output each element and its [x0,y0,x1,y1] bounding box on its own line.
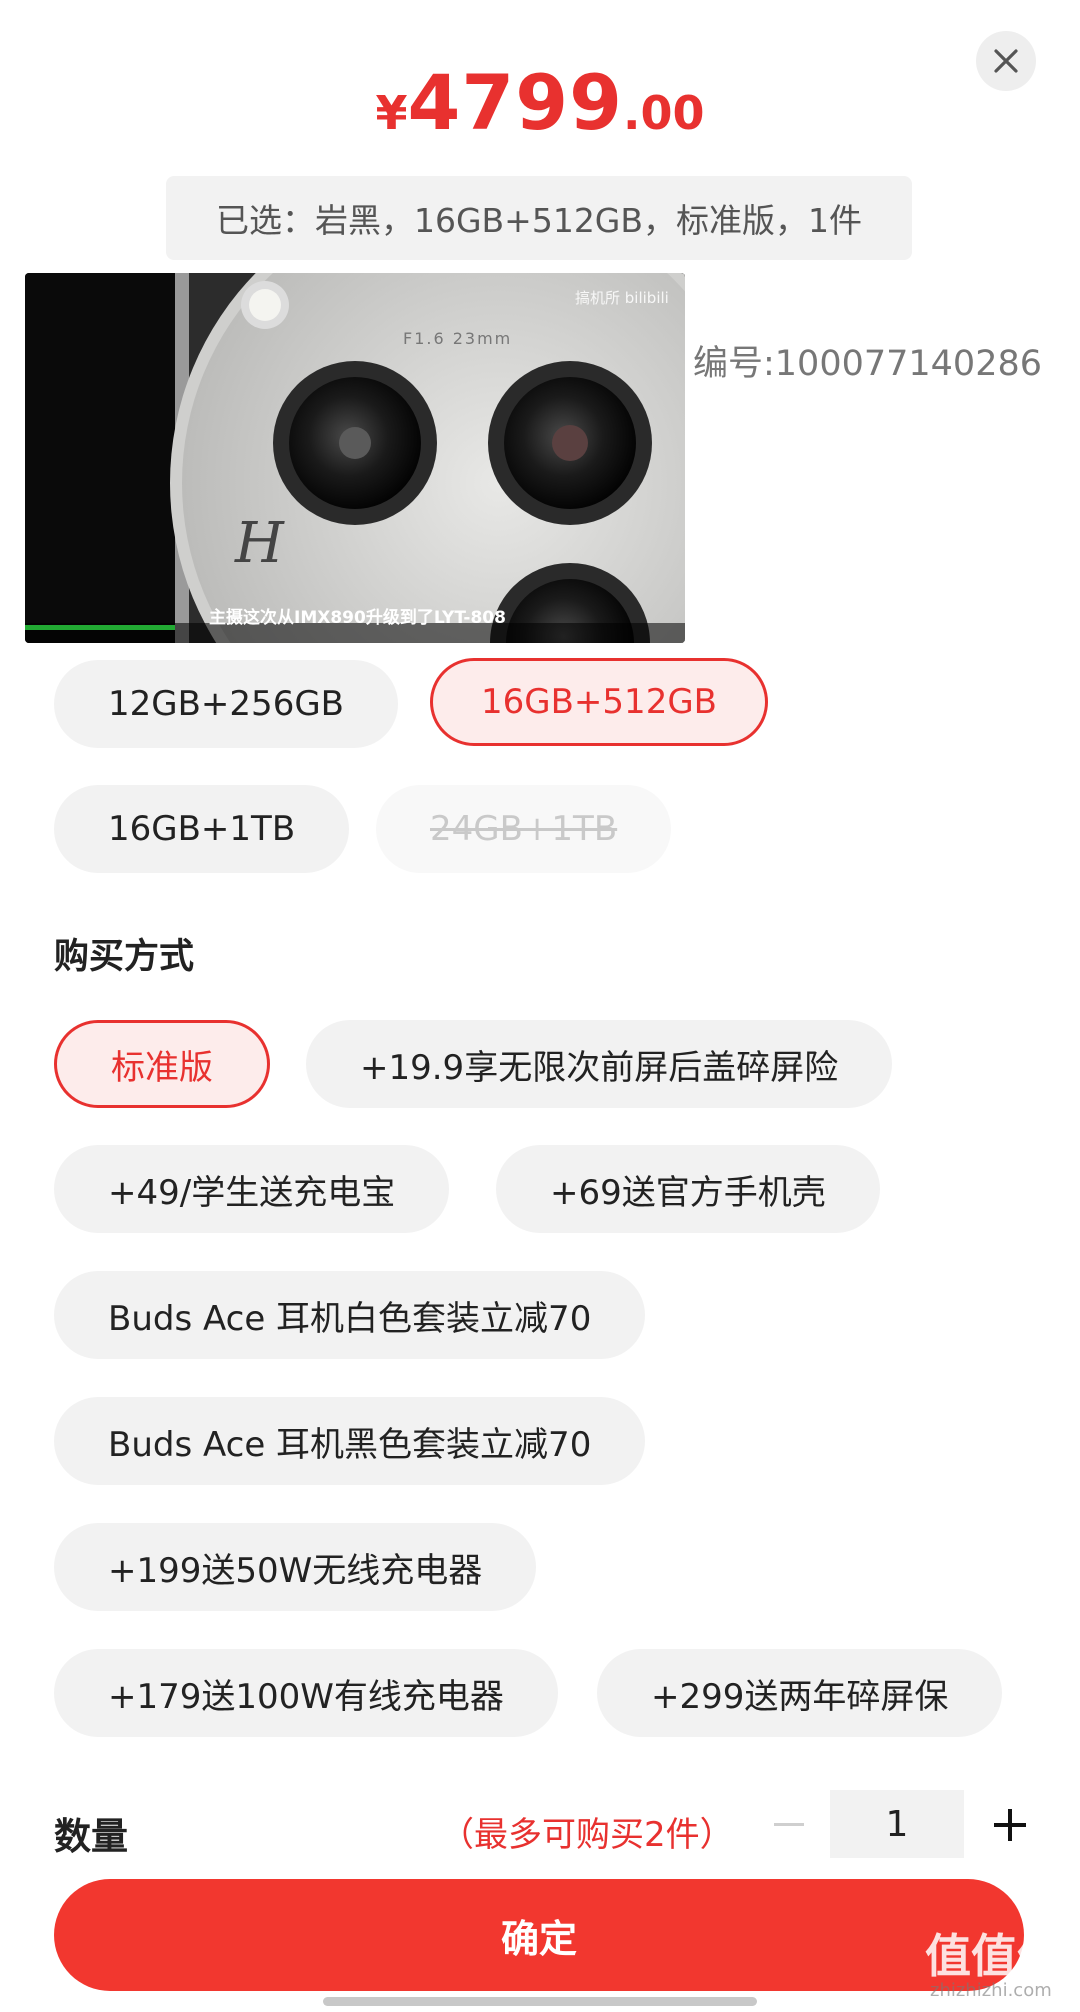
confirm-button[interactable]: 确定 [54,1879,1024,1991]
sku-code: 编号:100077140286 [693,344,1043,384]
thumbnail-subtitle: 主摄这次从IMX890升级到了LYT-808 [209,608,506,628]
price-decimal: .00 [623,86,705,140]
purchase-method-title: 购买方式 [54,937,195,977]
site-watermark: 值值值 [925,1929,1063,1983]
purchase-option-official-case[interactable]: +69送官方手机壳 [496,1145,880,1233]
minus-icon [774,1823,804,1826]
camera-image [25,273,685,643]
storage-option-24gb-1tb: 24GB+1TB [376,785,672,873]
quantity-value[interactable]: 1 [830,1790,964,1858]
purchase-option-standard[interactable]: 标准版 [54,1020,270,1108]
product-thumbnail[interactable]: 搞机所 bilibili F1.6 23mm H 主摄这次从IMX890升级到了… [25,273,685,643]
site-watermark-url: zhizhizhi.com [930,1980,1052,2001]
price-integer: 4799 [407,58,624,147]
purchase-option-screen-protection[interactable]: +299送两年碎屏保 [597,1649,1003,1737]
storage-option-16gb-1tb[interactable]: 16GB+1TB [54,785,350,873]
purchase-option-buds-white[interactable]: Buds Ace 耳机白色套装立减70 [54,1271,646,1359]
thumbnail-brand-mark: H [235,511,284,576]
purchase-option-student-powerbank[interactable]: +49/学生送充电宝 [54,1145,450,1233]
price-symbol: ¥ [375,86,408,140]
purchase-option-buds-black[interactable]: Buds Ace 耳机黑色套装立减70 [54,1397,646,1485]
plus-icon [994,1809,1026,1841]
quantity-limit-note: （最多可购买2件） [440,1815,734,1855]
home-indicator [323,1997,757,2006]
purchase-option-wired-charger[interactable]: +179送100W有线充电器 [54,1649,558,1737]
purchase-option-screen-insurance[interactable]: +19.9享无限次前屏后盖碎屏险 [306,1020,893,1108]
selected-summary: 已选：岩黑，16GB+512GB，标准版，1件 [166,176,912,260]
price: ¥4799.00 [0,58,1080,147]
thumbnail-lens-text: F1.6 23mm [403,329,513,348]
storage-option-16gb-512gb[interactable]: 16GB+512GB [430,658,768,746]
thumbnail-watermark: 搞机所 bilibili [575,289,669,307]
storage-option-12gb-256gb[interactable]: 12GB+256GB [54,660,398,748]
quantity-label: 数量 [54,1815,128,1858]
purchase-option-wireless-charger[interactable]: +199送50W无线充电器 [54,1523,537,1611]
quantity-decrease-button[interactable] [764,1795,814,1855]
quantity-increase-button[interactable] [980,1795,1040,1855]
